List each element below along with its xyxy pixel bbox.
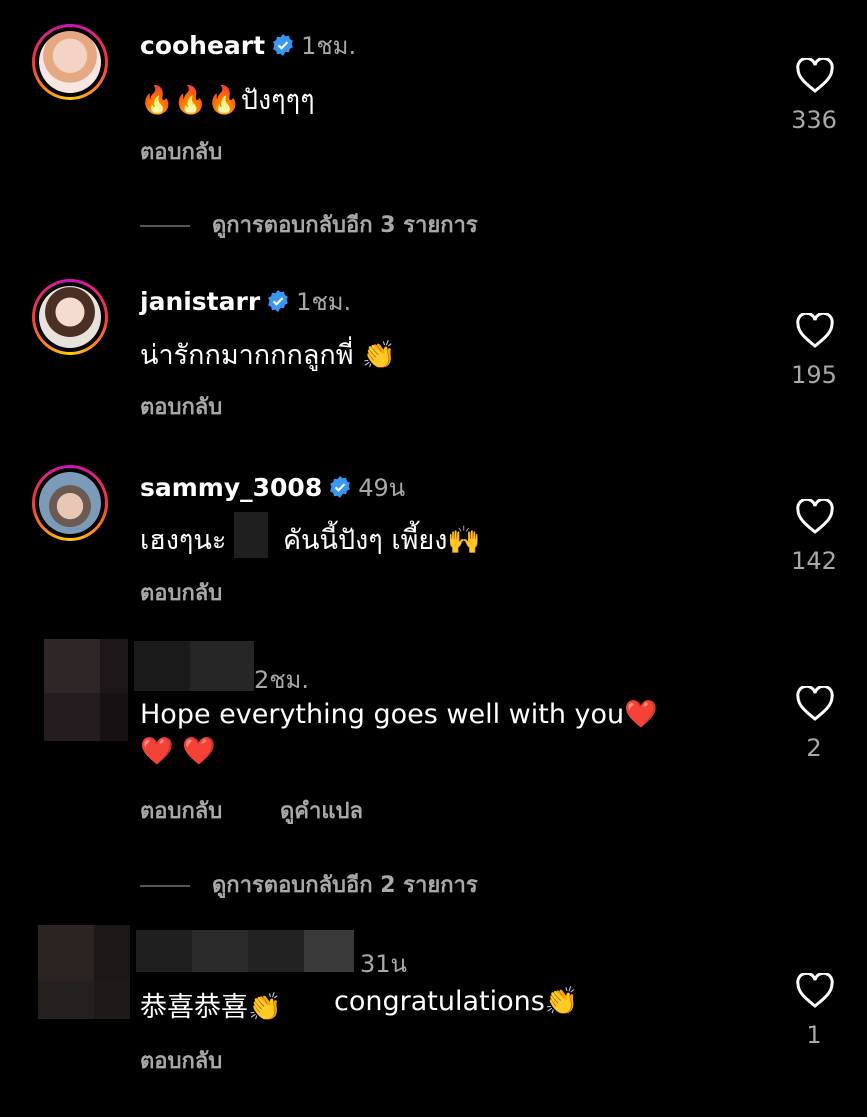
comment-text: 🔥🔥🔥ปังๆๆๆ xyxy=(140,85,315,116)
comment-time: 2ชม. xyxy=(254,666,310,694)
comment-header: janistarr 1ชม. xyxy=(140,282,351,321)
avatar[interactable] xyxy=(32,24,108,100)
reply-button[interactable]: ตอบกลับ xyxy=(140,134,222,169)
reply-button[interactable]: ตอบกลับ xyxy=(140,1043,222,1078)
comment-text-continued: ❤️ ❤️ xyxy=(140,736,216,767)
comment-text: เฮงๆนะ xyxy=(140,525,227,556)
username[interactable]: sammy_3008 xyxy=(140,473,322,502)
reply-button[interactable]: ตอบกลับ xyxy=(140,793,222,828)
redacted-mention xyxy=(234,512,268,558)
comment-time: 1ชม. xyxy=(296,288,352,316)
comment-text: 恭喜恭喜👏 xyxy=(140,992,282,1023)
like-count: 142 xyxy=(791,547,837,575)
avatar[interactable] xyxy=(32,279,108,355)
comment-header: cooheart 1ชม. xyxy=(140,26,356,65)
username[interactable] xyxy=(134,641,254,691)
comment-text: น่ารักกมากกกลูกพี่ 👏 xyxy=(140,340,396,371)
view-more-label: ดูการตอบกลับอีก 2 รายการ xyxy=(212,873,478,898)
heart-outline-icon[interactable] xyxy=(795,313,835,349)
heart-outline-icon[interactable] xyxy=(795,973,835,1009)
divider xyxy=(140,225,190,227)
comment-header: sammy_3008 49น xyxy=(140,468,405,507)
reply-button[interactable]: ตอบกลับ xyxy=(140,389,222,424)
comment-text: คันนี้ปังๆ เพี้ยง🙌 xyxy=(283,525,482,556)
avatar[interactable] xyxy=(44,639,128,741)
heart-outline-icon[interactable] xyxy=(795,58,835,94)
avatar[interactable] xyxy=(32,465,108,541)
comment-time: 31น xyxy=(360,950,407,978)
heart-outline-icon[interactable] xyxy=(795,499,835,535)
verified-badge-icon xyxy=(273,34,293,56)
view-more-replies-button[interactable]: ดูการตอบกลับอีก 3 รายการ xyxy=(140,207,478,242)
heart-outline-icon[interactable] xyxy=(795,686,835,722)
username[interactable]: cooheart xyxy=(140,31,265,60)
like-count: 195 xyxy=(791,361,837,389)
username[interactable]: janistarr xyxy=(140,287,260,316)
view-more-replies-button[interactable]: ดูการตอบกลับอีก 2 รายการ xyxy=(140,867,478,902)
like-count: 336 xyxy=(791,106,837,134)
divider xyxy=(140,885,190,887)
comment-time: 49น xyxy=(358,474,406,502)
comment-text: Hope everything goes well with you❤️ xyxy=(140,699,658,730)
see-translation-button[interactable]: ดูคำแปล xyxy=(280,793,363,828)
comment-text: congratulations👏 xyxy=(334,986,579,1017)
verified-badge-icon xyxy=(330,476,351,498)
verified-badge-icon xyxy=(268,290,289,312)
like-count: 1 xyxy=(806,1021,822,1049)
reply-button[interactable]: ตอบกลับ xyxy=(140,575,222,610)
avatar[interactable] xyxy=(38,925,130,1019)
like-count: 2 xyxy=(806,734,822,762)
username[interactable] xyxy=(136,930,354,972)
comment-time: 1ชม. xyxy=(301,32,357,60)
view-more-label: ดูการตอบกลับอีก 3 รายการ xyxy=(212,213,478,238)
